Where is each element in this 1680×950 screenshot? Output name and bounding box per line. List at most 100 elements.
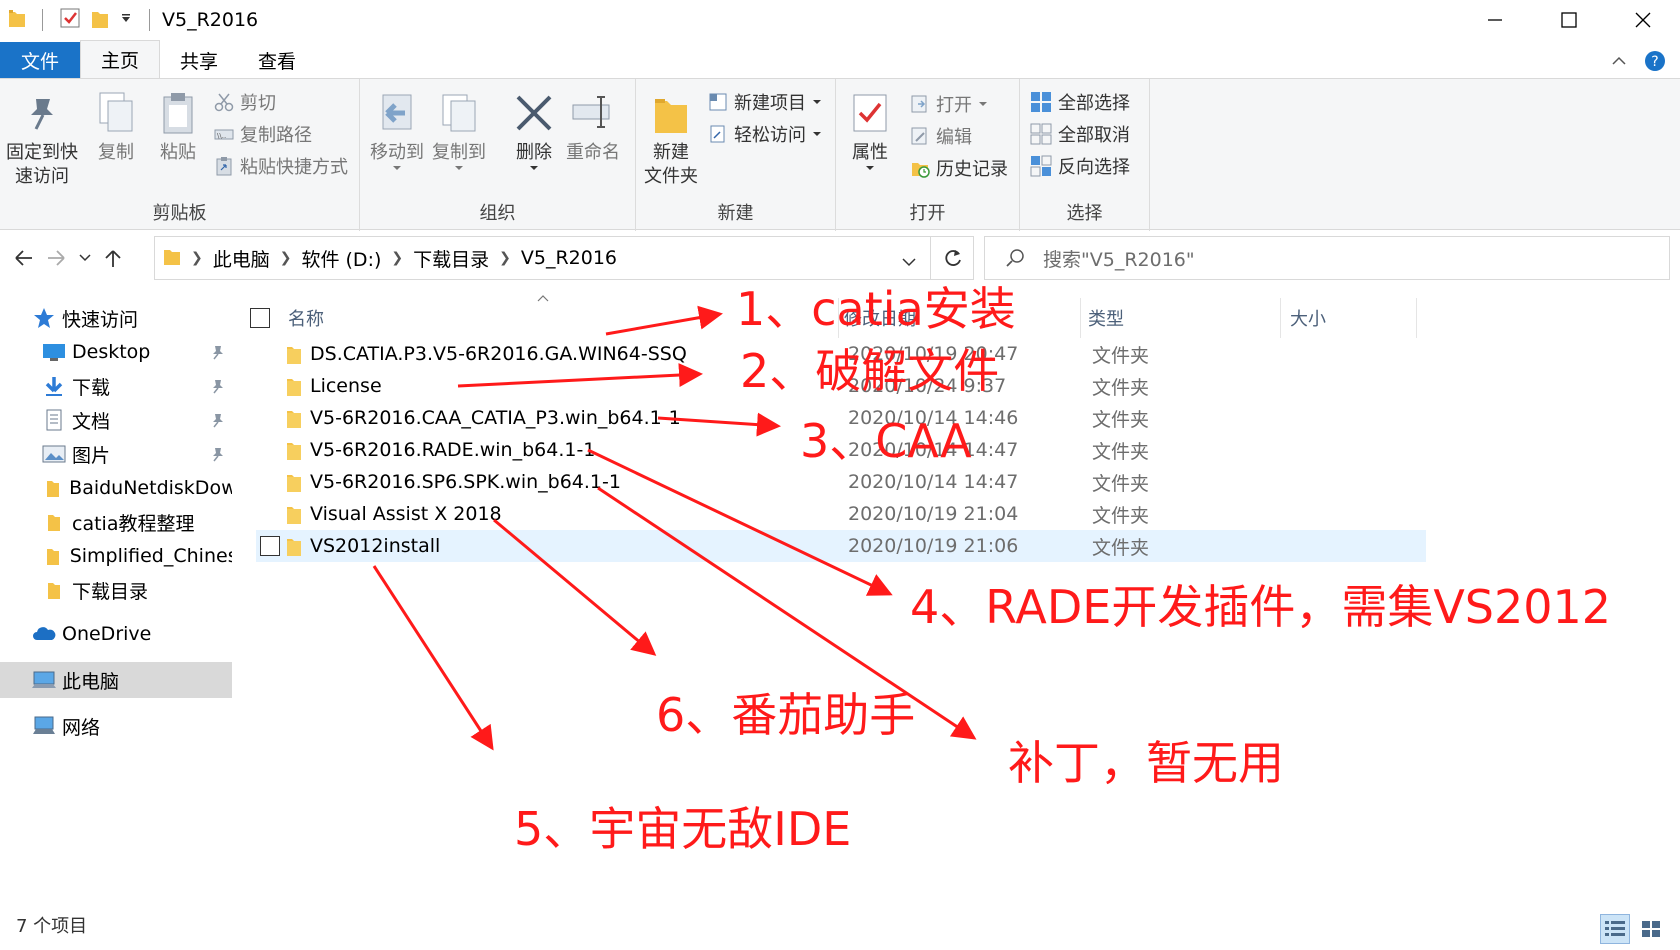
table-row[interactable]: VS2012install 2020/10/19 21:06 文件夹 [256,530,1426,562]
tab-home[interactable]: 主页 [80,40,161,78]
refresh-button[interactable] [930,236,974,280]
item-count: 7 个项目 [16,916,88,937]
delete-button[interactable]: 删除 [510,89,558,171]
breadcrumb-this-pc[interactable]: 此电脑 [213,245,270,272]
help-icon[interactable]: ? [1644,50,1666,76]
open-button[interactable]: 打开 [910,89,988,119]
address-history-dropdown[interactable] [901,251,917,273]
breadcrumb-separator-icon[interactable]: ❯ [280,250,292,266]
tab-view[interactable]: 查看 [238,42,316,78]
back-button[interactable] [6,238,40,278]
details-view-button[interactable] [1600,914,1630,944]
large-icons-view-button[interactable] [1636,914,1666,944]
copy-to-button[interactable]: 复制到 [432,89,486,171]
title-bar: V5_R2016 [0,0,1680,40]
easy-access-button[interactable]: 轻松访问 [708,119,822,149]
scissors-icon [214,93,234,112]
breadcrumb-separator-icon[interactable]: ❯ [499,250,511,266]
minimize-icon [1488,19,1502,21]
tab-share[interactable]: 共享 [160,42,238,78]
sidebar-item-simplified-chinese[interactable]: Simplified_Chinese [0,538,232,574]
toolbar-divider [42,9,43,31]
select-none-button[interactable]: 全部取消 [1030,119,1130,149]
sidebar-item-documents[interactable]: 文档 [0,402,232,438]
recent-locations-button[interactable] [74,238,96,278]
table-row[interactable]: V5-6R2016.SP6.SPK.win_b64.1-1 2020/10/14… [256,466,1426,498]
sidebar-item-quick-access[interactable]: 快速访问 [0,300,232,336]
column-header-size[interactable]: 大小 [1290,298,1410,338]
column-divider[interactable] [1416,298,1417,338]
table-row[interactable]: Visual Assist X 2018 2020/10/19 21:04 文件… [256,498,1426,530]
breadcrumb-separator-icon[interactable]: ❯ [191,250,203,266]
minimize-button[interactable] [1458,0,1532,40]
organize-group: 移动到 复制到 删除 重命名 组织 [360,79,636,231]
folder-icon[interactable] [8,8,26,32]
cut-button[interactable]: 剪切 [214,87,276,117]
edit-button[interactable]: 编辑 [910,121,972,151]
row-checkbox[interactable] [260,536,280,556]
pin-to-quick-access-button[interactable]: 固定到快 速访问 [6,89,78,189]
close-icon [1635,12,1651,28]
svg-text:?: ? [1651,54,1658,70]
select-all-button[interactable]: 全部选择 [1030,87,1130,117]
clipboard-group: 固定到快 速访问 复制 粘贴 剪切 \\.. 复制路径 粘贴快捷方式 剪贴板 [0,79,360,231]
table-row[interactable]: DS.CATIA.P3.V5-6R2016.GA.WIN64-SSQ 2020/… [256,338,1426,370]
tab-file[interactable]: 文件 [0,42,80,78]
chevron-down-icon[interactable] [119,11,133,30]
sidebar-item-onedrive[interactable]: OneDrive [0,616,232,652]
column-header-name[interactable]: 名称 [288,298,828,338]
up-button[interactable] [96,238,130,278]
copy-button[interactable]: 复制 [92,89,140,165]
open-group-label: 打开 [909,203,946,224]
breadcrumb-separator-icon[interactable]: ❯ [391,250,403,266]
chevron-down-icon [902,258,916,267]
select-none-icon [1030,123,1052,145]
breadcrumb-drive-d[interactable]: 软件 (D:) [301,245,381,272]
breadcrumb-downloads-folder[interactable]: 下载目录 [413,245,489,272]
sidebar-item-desktop[interactable]: Desktop [0,334,232,370]
properties-button[interactable]: 属性 [846,89,894,171]
paste-button[interactable]: 粘贴 [154,89,202,165]
sidebar-item-baidunetdisk[interactable]: BaiduNetdiskDownl [0,470,232,506]
new-folder-icon[interactable] [91,7,109,33]
sidebar-item-network[interactable]: 网络 [0,708,232,744]
table-row[interactable]: License 2020/10/24 9:37 文件夹 [256,370,1426,402]
select-all-checkbox[interactable] [250,308,270,328]
cloud-icon [32,622,56,646]
new-item-button[interactable]: 新建项目 [708,87,822,117]
clipboard-group-label: 剪贴板 [152,203,207,224]
sidebar-item-this-pc[interactable]: 此电脑 [0,662,232,698]
select-all-icon [1031,92,1051,112]
navigation-bar: ❯ 此电脑 ❯ 软件 (D:) ❯ 下载目录 ❯ V5_R2016 搜索"V5_… [0,232,1680,284]
search-icon [1006,249,1024,267]
chevron-down-icon [455,166,463,170]
column-divider[interactable] [1080,298,1081,338]
window-title: V5_R2016 [162,9,259,31]
copy-path-button[interactable]: \\.. 复制路径 [214,119,312,149]
properties-icon[interactable] [59,7,81,33]
search-box[interactable]: 搜索"V5_R2016" [984,236,1670,280]
column-divider[interactable] [1280,298,1281,338]
sidebar-item-pictures[interactable]: 图片 [0,436,232,472]
close-button[interactable] [1606,0,1680,40]
paste-shortcut-button[interactable]: 粘贴快捷方式 [214,151,348,181]
column-divider[interactable] [838,298,839,338]
sidebar-item-download-directory[interactable]: 下载目录 [0,572,232,608]
move-to-button[interactable]: 移动到 [370,89,424,171]
column-header-date[interactable]: 修改日期 [844,298,1074,338]
forward-button[interactable] [40,238,74,278]
column-header-type[interactable]: 类型 [1088,298,1288,338]
rename-button[interactable]: 重命名 [566,89,620,165]
sidebar-item-catia-tutorials[interactable]: catia教程整理 [0,504,232,540]
invert-selection-button[interactable]: 反向选择 [1030,151,1130,181]
new-folder-button[interactable]: 新建 文件夹 [644,89,698,189]
table-row[interactable]: V5-6R2016.RADE.win_b64.1-1 2020/10/14 14… [256,434,1426,466]
breadcrumb-current-folder[interactable]: V5_R2016 [521,247,617,269]
table-row[interactable]: V5-6R2016.CAA_CATIA_P3.win_b64.1-1 2020/… [256,402,1426,434]
sidebar-item-downloads[interactable]: 下载 [0,368,232,404]
history-button[interactable]: 历史记录 [910,153,1008,183]
maximize-button[interactable] [1532,0,1606,40]
pin-icon [210,445,226,467]
address-bar[interactable]: ❯ 此电脑 ❯ 软件 (D:) ❯ 下载目录 ❯ V5_R2016 [154,236,974,280]
collapse-ribbon-icon[interactable] [1610,52,1628,74]
